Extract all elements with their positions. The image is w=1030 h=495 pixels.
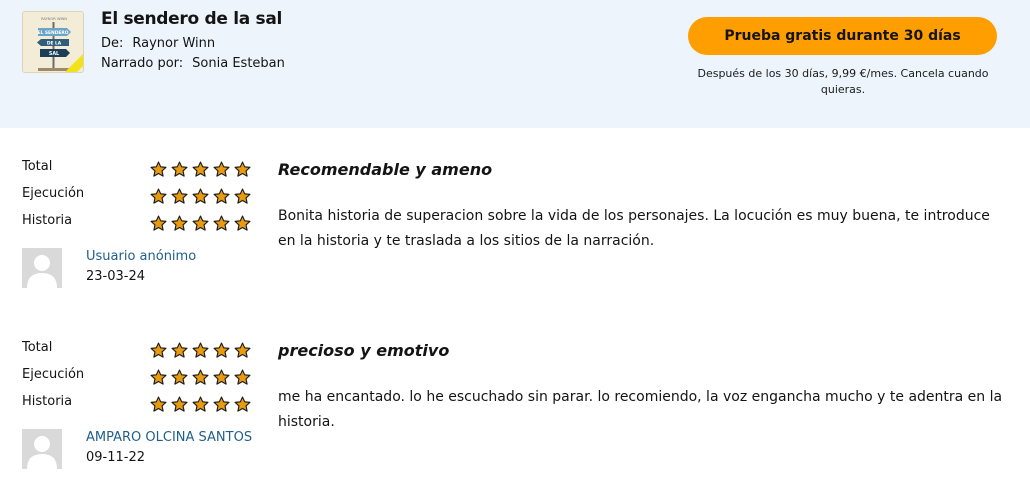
cover-title-line-3: SAL xyxy=(49,51,59,57)
star-icon xyxy=(234,369,251,385)
narrator-name[interactable]: Sonia Esteban xyxy=(192,56,285,71)
star-icon xyxy=(150,369,167,385)
rating-stars-story xyxy=(150,215,251,232)
star-icon xyxy=(171,215,188,231)
star-icon xyxy=(234,342,251,358)
free-trial-button[interactable]: Prueba gratis durante 30 días xyxy=(688,17,997,55)
product-header: RAYNOR WINN EL SENDERO DE LA SAL El send… xyxy=(0,0,1030,128)
star-icon xyxy=(192,215,209,231)
author-name[interactable]: Raynor Winn xyxy=(132,36,215,51)
rating-stars-performance xyxy=(150,188,251,205)
star-icon xyxy=(171,342,188,358)
review-title: Recomendable y ameno xyxy=(278,160,493,179)
cover-title-line-1: EL SENDERO xyxy=(38,30,69,36)
star-icon xyxy=(213,215,230,231)
rating-stars-story xyxy=(150,396,251,413)
rating-label-total: Total xyxy=(22,159,53,174)
user-avatar xyxy=(22,248,62,288)
avatar-placeholder-icon xyxy=(22,248,62,288)
rating-stars-performance xyxy=(150,369,251,386)
rating-label-performance: Ejecución xyxy=(22,367,85,382)
star-icon xyxy=(192,369,209,385)
star-icon xyxy=(171,396,188,412)
review-date: 09-11-22 xyxy=(86,450,146,465)
cover-title-line-2: DE LA xyxy=(47,41,62,47)
review-card: Total Ejecución Historia AMPARO OLCINA S… xyxy=(0,309,1030,469)
star-icon xyxy=(150,188,167,204)
star-icon xyxy=(171,188,188,204)
rating-label-story: Historia xyxy=(22,394,73,409)
book-cover-art: RAYNOR WINN EL SENDERO DE LA SAL xyxy=(23,12,83,72)
star-icon xyxy=(171,369,188,385)
rating-stars-total xyxy=(150,161,251,178)
review-title: precioso y emotivo xyxy=(278,341,450,360)
star-icon xyxy=(150,342,167,358)
star-icon xyxy=(171,161,188,177)
book-title: El sendero de la sal xyxy=(101,9,283,29)
rating-stars-total xyxy=(150,342,251,359)
star-icon xyxy=(192,188,209,204)
narrator-line: Narrado por: Sonia Esteban xyxy=(101,56,285,71)
narrator-label: Narrado por: xyxy=(101,56,184,71)
star-icon xyxy=(234,188,251,204)
reviewer-name[interactable]: Usuario anónimo xyxy=(86,249,196,264)
star-icon xyxy=(213,342,230,358)
star-icon xyxy=(192,396,209,412)
star-icon xyxy=(213,188,230,204)
rating-label-story: Historia xyxy=(22,213,73,228)
star-icon xyxy=(213,396,230,412)
rating-label-total: Total xyxy=(22,340,53,355)
user-avatar xyxy=(22,429,62,469)
author-label: De: xyxy=(101,36,124,51)
reviewer-name[interactable]: AMPARO OLCINA SANTOS xyxy=(86,430,252,445)
cover-author-text: RAYNOR WINN xyxy=(41,17,67,21)
star-icon xyxy=(234,161,251,177)
star-icon xyxy=(150,215,167,231)
star-icon xyxy=(234,396,251,412)
star-icon xyxy=(213,369,230,385)
star-icon xyxy=(150,161,167,177)
review-body: me ha encantado. lo he escuchado sin par… xyxy=(278,389,1003,430)
review-body: Bonita historia de superacion sobre la v… xyxy=(278,208,990,249)
author-line: De: Raynor Winn xyxy=(101,36,215,51)
review-card: Total Ejecución Historia Usuario anónimo… xyxy=(0,128,1030,288)
avatar-placeholder-icon xyxy=(22,429,62,469)
star-icon xyxy=(213,161,230,177)
rating-label-performance: Ejecución xyxy=(22,186,85,201)
star-icon xyxy=(192,161,209,177)
book-cover[interactable]: RAYNOR WINN EL SENDERO DE LA SAL xyxy=(22,11,84,73)
trial-terms-note: Después de los 30 días, 9,99 €/mes. Canc… xyxy=(697,67,989,96)
star-icon xyxy=(192,342,209,358)
star-icon xyxy=(150,396,167,412)
star-icon xyxy=(234,215,251,231)
review-date: 23-03-24 xyxy=(86,269,146,284)
